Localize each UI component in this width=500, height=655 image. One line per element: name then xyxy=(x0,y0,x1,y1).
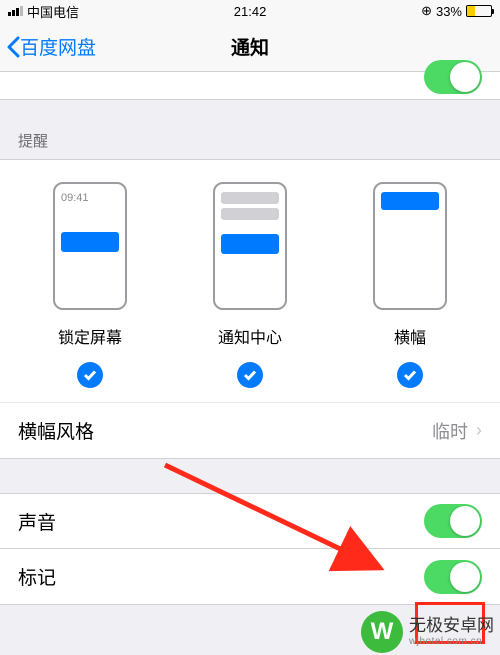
watermark-logo-icon: W xyxy=(361,611,403,653)
checkmark-icon xyxy=(397,362,423,388)
style-banner[interactable]: 横幅 xyxy=(373,182,447,388)
notification-center-preview-icon xyxy=(213,182,287,310)
banner-style-row[interactable]: 横幅风格 临时 › xyxy=(0,402,500,458)
checkmark-icon xyxy=(77,362,103,388)
checkmark-icon xyxy=(237,362,263,388)
badge-toggle-row[interactable]: 标记 xyxy=(0,549,500,605)
style-label: 通知中心 xyxy=(213,324,287,348)
watermark-cn: 无极安卓网 xyxy=(409,617,494,636)
banner-preview-icon xyxy=(373,182,447,310)
battery-pct-label: 33% xyxy=(436,4,462,19)
chevron-left-icon xyxy=(6,36,20,58)
battery-icon xyxy=(466,5,492,17)
alert-styles-panel: 09:41 锁定屏幕 通知中心 横幅 xyxy=(0,159,500,459)
row-label: 声音 xyxy=(18,508,56,535)
row-label: 标记 xyxy=(18,563,56,590)
style-label: 横幅 xyxy=(373,324,447,348)
carrier-label: 中国电信 xyxy=(27,2,79,21)
row-label: 横幅风格 xyxy=(18,417,94,444)
back-label: 百度网盘 xyxy=(20,33,96,60)
style-label: 锁定屏幕 xyxy=(53,324,127,348)
allow-notifications-row-partial[interactable] xyxy=(0,72,500,100)
row-value: 临时 xyxy=(432,418,468,444)
section-header-reminders: 提醒 xyxy=(0,100,500,159)
lock-screen-preview-icon: 09:41 xyxy=(53,182,127,310)
style-notification-center[interactable]: 通知中心 xyxy=(213,182,287,388)
toggle-switch[interactable] xyxy=(424,60,482,94)
orientation-lock-icon: ⊕ xyxy=(421,3,432,19)
style-lock-screen[interactable]: 09:41 锁定屏幕 xyxy=(53,182,127,388)
watermark: W 无极安卓网 wjhotel.com.cn xyxy=(361,611,494,653)
sound-toggle-row[interactable]: 声音 xyxy=(0,493,500,549)
status-bar: 中国电信 21:42 ⊕ 33% xyxy=(0,0,500,22)
toggle-switch[interactable] xyxy=(424,560,482,594)
annotation-highlight-box xyxy=(415,602,485,644)
back-button[interactable]: 百度网盘 xyxy=(0,33,96,60)
toggle-switch[interactable] xyxy=(424,504,482,538)
navigation-bar: 百度网盘 通知 xyxy=(0,22,500,72)
chevron-right-icon: › xyxy=(476,420,482,441)
watermark-en: wjhotel.com.cn xyxy=(409,636,494,647)
clock-label: 21:42 xyxy=(234,4,267,19)
signal-icon xyxy=(8,6,23,16)
